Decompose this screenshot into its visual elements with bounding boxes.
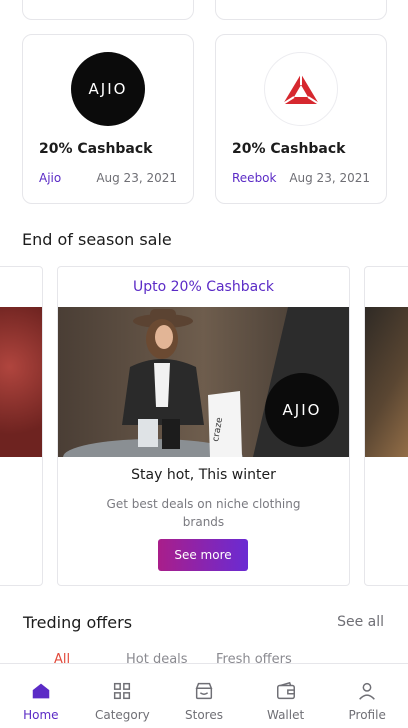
brand-card-ajio[interactable]: AJIO 20% Cashback Ajio Aug 23, 2021 bbox=[22, 34, 194, 204]
next-card-image bbox=[365, 307, 408, 457]
brand-card-reebok[interactable]: 20% Cashback Reebok Aug 23, 2021 bbox=[215, 34, 387, 204]
reebok-delta-icon bbox=[282, 74, 320, 105]
nav-label-stores: Stores bbox=[185, 708, 223, 722]
previous-brand-card[interactable] bbox=[22, 0, 194, 20]
nav-item-home[interactable]: Home bbox=[0, 664, 82, 728]
sale-headline: Stay hot, This winter bbox=[131, 467, 276, 483]
nav-label-wallet: Wallet bbox=[266, 708, 305, 722]
nav-item-stores[interactable]: Stores bbox=[163, 664, 245, 728]
carousel-card-next[interactable] bbox=[364, 266, 408, 586]
sale-description: Get best deals on niche clothing brands bbox=[106, 497, 301, 529]
reebok-logo bbox=[264, 52, 338, 126]
nav-label-category: Category bbox=[94, 708, 150, 722]
nav-label-profile: Profile bbox=[348, 708, 386, 722]
home-icon bbox=[32, 683, 50, 699]
see-all-link[interactable]: See all bbox=[337, 614, 384, 630]
sale-banner-image: craze AJIO bbox=[58, 307, 349, 457]
cashback-tag: Upto 20% Cashback bbox=[133, 279, 274, 295]
nav-label-home: Home bbox=[23, 708, 59, 722]
store-icon bbox=[195, 682, 213, 700]
carousel-card-previous[interactable] bbox=[0, 266, 43, 586]
ajio-logo-text: AJIO bbox=[88, 80, 128, 98]
category-grid-icon bbox=[114, 682, 131, 700]
brand-date: Aug 23, 2021 bbox=[289, 171, 370, 185]
nav-item-category[interactable]: Category bbox=[82, 664, 164, 728]
ajio-logo: AJIO bbox=[71, 52, 145, 126]
previous-brand-card[interactable] bbox=[215, 0, 387, 20]
brand-name[interactable]: Ajio bbox=[39, 171, 61, 185]
see-more-button[interactable]: See more bbox=[158, 539, 248, 571]
ajio-logo: AJIO bbox=[265, 373, 339, 447]
brand-cashback: 20% Cashback bbox=[39, 141, 153, 157]
profile-icon bbox=[359, 682, 376, 700]
brand-name[interactable]: Reebok bbox=[232, 171, 276, 185]
previous-card-image bbox=[0, 307, 42, 457]
season-sale-title: End of season sale bbox=[22, 230, 172, 249]
nav-item-wallet[interactable]: Wallet bbox=[245, 664, 327, 728]
sale-card[interactable]: Upto 20% Cashback craze AJIO Stay hot, T… bbox=[57, 266, 350, 586]
trending-offers-title: Treding offers bbox=[23, 613, 133, 632]
bottom-nav: Home Category Stores Wallet Profile bbox=[0, 663, 408, 728]
brand-cashback: 20% Cashback bbox=[232, 141, 346, 157]
ajio-logo-text: AJIO bbox=[282, 401, 322, 419]
brand-date: Aug 23, 2021 bbox=[96, 171, 177, 185]
wallet-icon bbox=[276, 681, 295, 700]
nav-item-profile[interactable]: Profile bbox=[326, 664, 408, 728]
